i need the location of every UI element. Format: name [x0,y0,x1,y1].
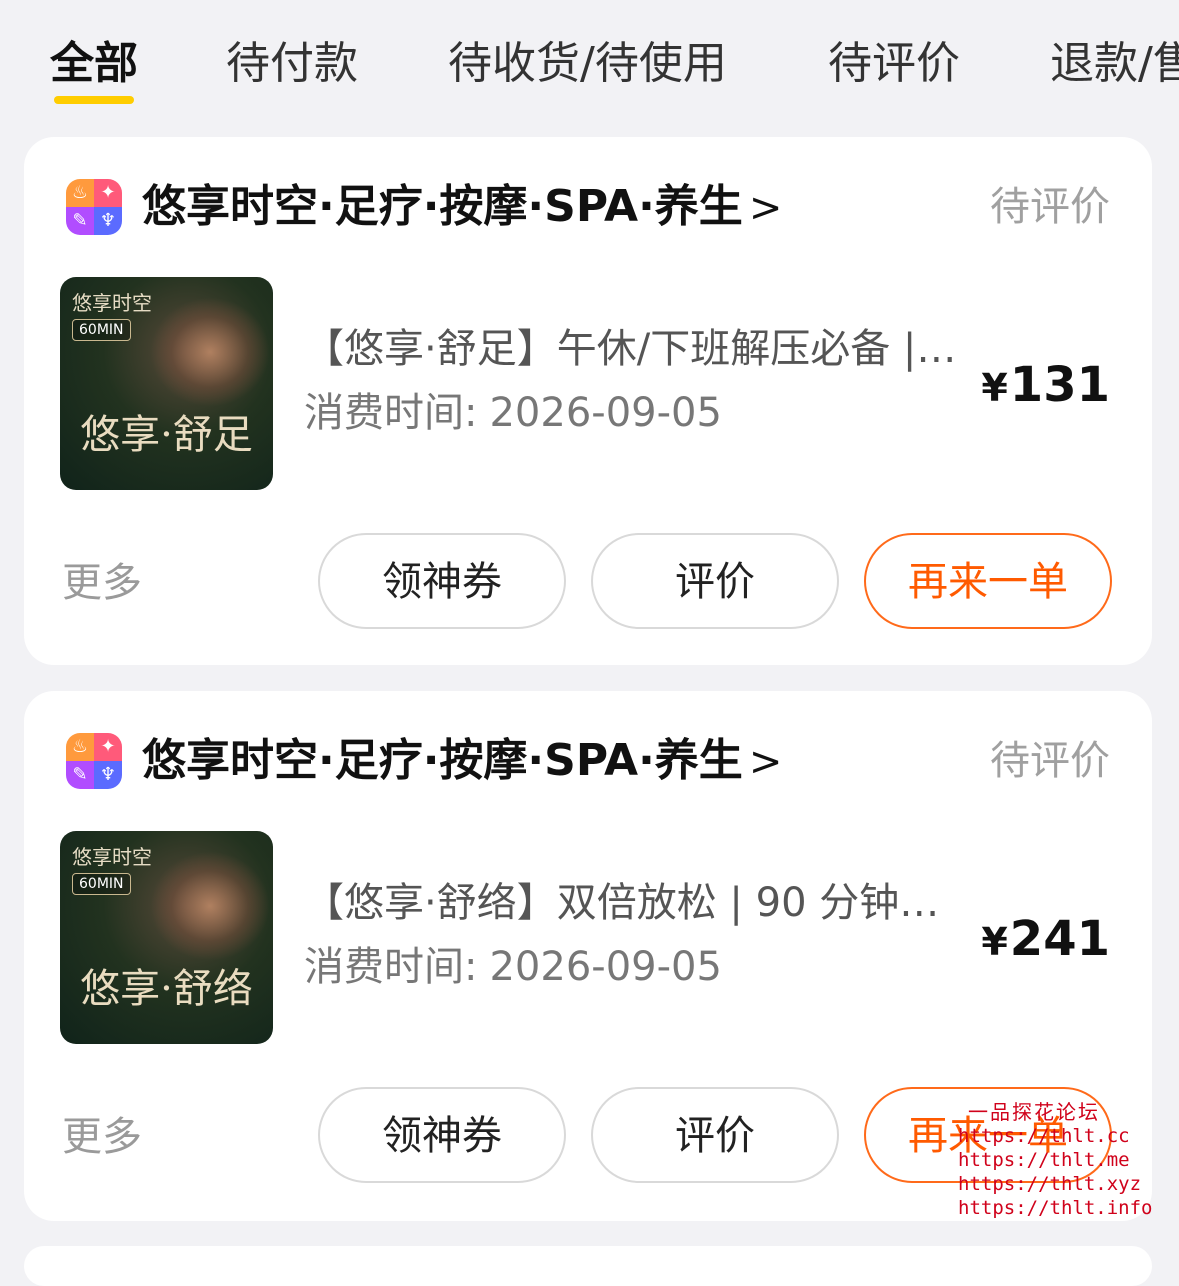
price-value: 131 [1009,357,1110,413]
product-thumbnail[interactable]: 悠享时空 60MIN 悠享·舒络 [60,831,273,1044]
massage-photo [150,297,270,407]
chevron-right-icon: > [748,185,783,231]
watermark-url: https://thlt.info [958,1197,1153,1219]
thumbnail-title: 悠享·舒足 [80,412,253,458]
shop-name-link[interactable]: 悠享时空·足疗·按摩·SPA·养生 > [142,731,782,792]
tab-pending-receipt[interactable]: 待收货/待使用 [448,34,727,94]
duration-badge: 60MIN [72,873,131,895]
shop-name-link[interactable]: 悠享时空·足疗·按摩·SPA·养生 > [142,177,782,238]
order-price: ¥131 [981,355,1110,418]
active-tab-indicator [54,96,134,104]
product-title[interactable]: 【悠享·舒络】双倍放松 | 90 分钟全… [304,875,964,931]
thumbnail-brand: 悠享时空 [72,845,152,869]
more-button[interactable]: 更多 [62,555,142,611]
consume-time-label: 消费时间: [304,944,478,990]
watermark-title: 一品探花论坛 [968,1100,1100,1124]
watermark: 一品探花论坛 https://thlt.cc https://thlt.me h… [958,1100,1153,1220]
watermark-url: https://thlt.xyz [958,1173,1142,1195]
get-coupon-button[interactable]: 领神券 [318,1087,566,1183]
tab-pending-payment[interactable]: 待付款 [226,34,358,94]
watermark-url: https://thlt.cc [958,1125,1130,1147]
order-card-partial [24,1246,1152,1286]
currency-symbol: ¥ [981,920,1008,964]
review-button[interactable]: 评价 [591,533,839,629]
shop-logo-icon: ♨ ✦ ✎ ♆ [66,179,122,235]
shop-name: 悠享时空·足疗·按摩·SPA·养生 [142,735,743,786]
order-card[interactable]: ♨ ✦ ✎ ♆ 悠享时空·足疗·按摩·SPA·养生 > 待评价 悠享时空 60MIN 悠… [24,137,1152,665]
shop-name: 悠享时空·足疗·按摩·SPA·养生 [142,181,743,232]
consume-time-value: 2026-09-05 [489,390,722,436]
price-value: 241 [1009,911,1110,967]
consume-time-value: 2026-09-05 [489,944,722,990]
thumbnail-brand: 悠享时空 [72,291,152,315]
watermark-url: https://thlt.me [958,1149,1130,1171]
tab-refund[interactable]: 退款/售 [1050,34,1179,94]
order-status: 待评价 [990,184,1110,230]
thumbnail-title: 悠享·舒络 [80,966,253,1012]
product-thumbnail[interactable]: 悠享时空 60MIN 悠享·舒足 [60,277,273,490]
get-coupon-button[interactable]: 领神券 [318,533,566,629]
tab-all[interactable]: 全部 [50,34,138,94]
reorder-button[interactable]: 再来一单 [864,533,1112,629]
more-button[interactable]: 更多 [62,1109,142,1165]
massage-photo [150,851,270,961]
order-tabs: 全部 待付款 待收货/待使用 待评价 退款/售 [0,0,1179,120]
duration-badge: 60MIN [72,319,131,341]
order-price: ¥241 [981,909,1110,972]
chevron-right-icon: > [748,739,783,785]
product-title[interactable]: 【悠享·舒足】午休/下班解压必备 | … [304,321,964,377]
tab-pending-review[interactable]: 待评价 [828,34,960,94]
currency-symbol: ¥ [981,366,1008,410]
review-button[interactable]: 评价 [591,1087,839,1183]
consume-time: 消费时间: 2026-09-05 [304,939,722,995]
consume-time: 消费时间: 2026-09-05 [304,385,722,441]
shop-logo-icon: ♨ ✦ ✎ ♆ [66,733,122,789]
consume-time-label: 消费时间: [304,390,478,436]
order-status: 待评价 [990,738,1110,784]
